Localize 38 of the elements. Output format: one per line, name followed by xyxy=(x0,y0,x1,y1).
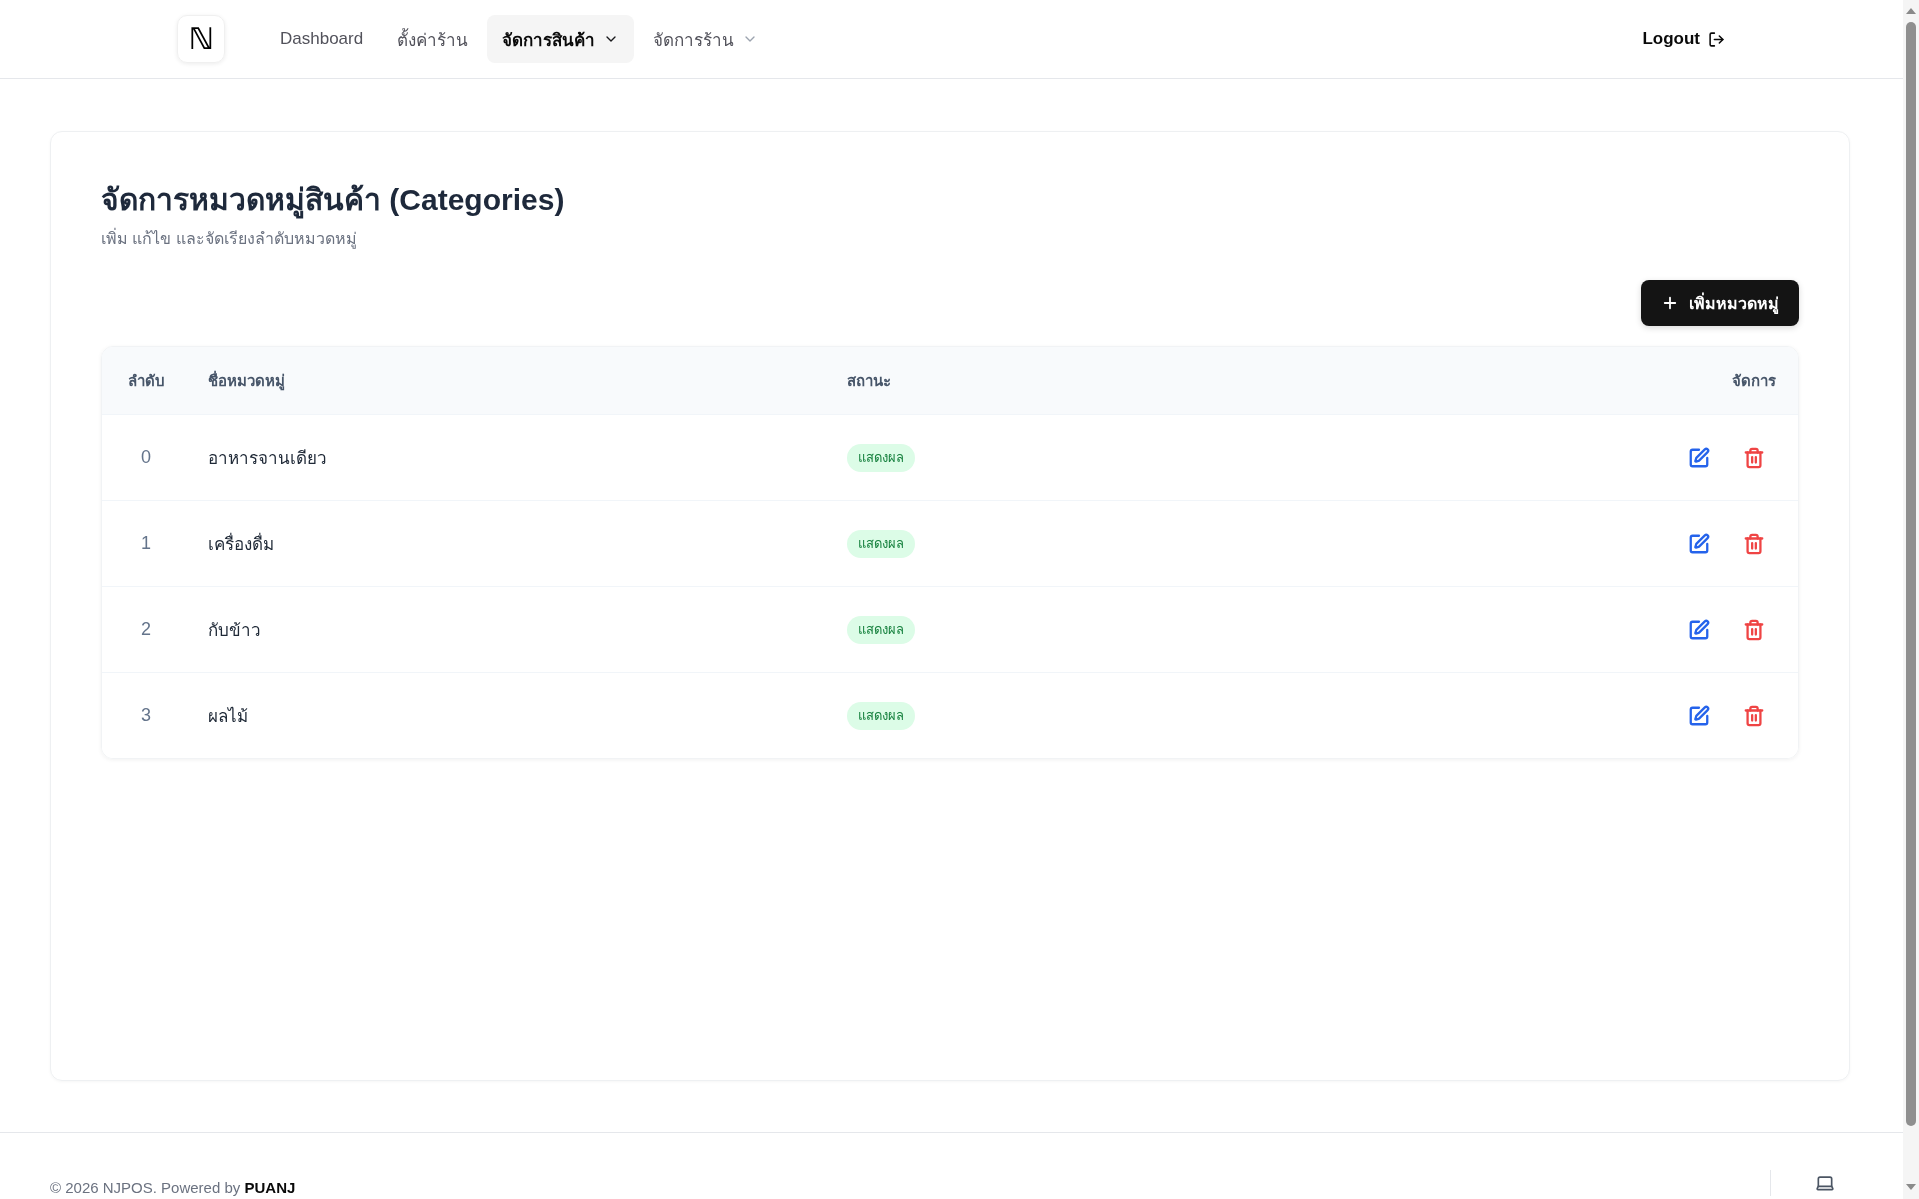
status-badge: แสดงผล xyxy=(847,529,915,558)
order-cell: 3 xyxy=(141,705,151,726)
logout-icon xyxy=(1708,30,1725,48)
page-title: จัดการหมวดหมู่สินค้า (Categories) xyxy=(101,182,565,218)
edit-icon xyxy=(1688,704,1710,727)
edit-icon xyxy=(1688,446,1710,469)
trash-icon xyxy=(1743,704,1765,727)
nav-tab[interactable]: จัดการสินค้า xyxy=(487,15,635,63)
status-badge: แสดงผล xyxy=(847,615,915,644)
trash-icon xyxy=(1743,618,1765,641)
order-cell: 0 xyxy=(141,447,151,468)
edit-icon xyxy=(1688,532,1710,555)
category-name-cell-text: กับข้าว xyxy=(208,620,261,642)
category-name-cell-text: ผลไม้ xyxy=(208,705,248,728)
plus-icon xyxy=(1661,294,1679,312)
category-name-cell-text: อาหารจานเดียว xyxy=(208,448,327,470)
edit-icon xyxy=(1688,618,1710,641)
nav-tab[interactable]: จัดการร้าน xyxy=(638,15,774,63)
column-header: สถานะ xyxy=(847,370,891,391)
page-subtitle: เพิ่ม แก้ไข และจัดเรียงลำดับหมวดหมู่ xyxy=(101,228,357,250)
order-cell: 1 xyxy=(141,533,151,554)
add-category-button[interactable]: เพิ่มหมวดหมู่ xyxy=(1641,280,1799,326)
trash-icon xyxy=(1743,446,1765,469)
order-cell: 2 xyxy=(141,619,151,640)
logo[interactable]: ℕ xyxy=(177,15,225,63)
status-badge: แสดงผล xyxy=(847,443,915,472)
status-badge: แสดงผล xyxy=(847,701,915,730)
column-header: ชื่อหมวดหมู่ xyxy=(208,369,285,393)
category-name-cell: เครื่องดื่ม xyxy=(208,530,274,557)
scrollbar[interactable] xyxy=(1903,0,1919,1199)
laptop-icon[interactable] xyxy=(1815,1173,1835,1193)
trash-icon xyxy=(1743,532,1765,555)
logout-button[interactable]: Logout xyxy=(1642,25,1725,53)
column-header: ลำดับ xyxy=(127,370,165,391)
nav-tab[interactable]: Dashboard xyxy=(265,15,379,63)
footer-copyright: © 2026 NJPOS. Powered by PUANJ xyxy=(50,1179,296,1196)
nav-tab[interactable]: ตั้งค่าร้าน xyxy=(382,15,484,63)
column-header: จัดการ xyxy=(1732,370,1776,391)
